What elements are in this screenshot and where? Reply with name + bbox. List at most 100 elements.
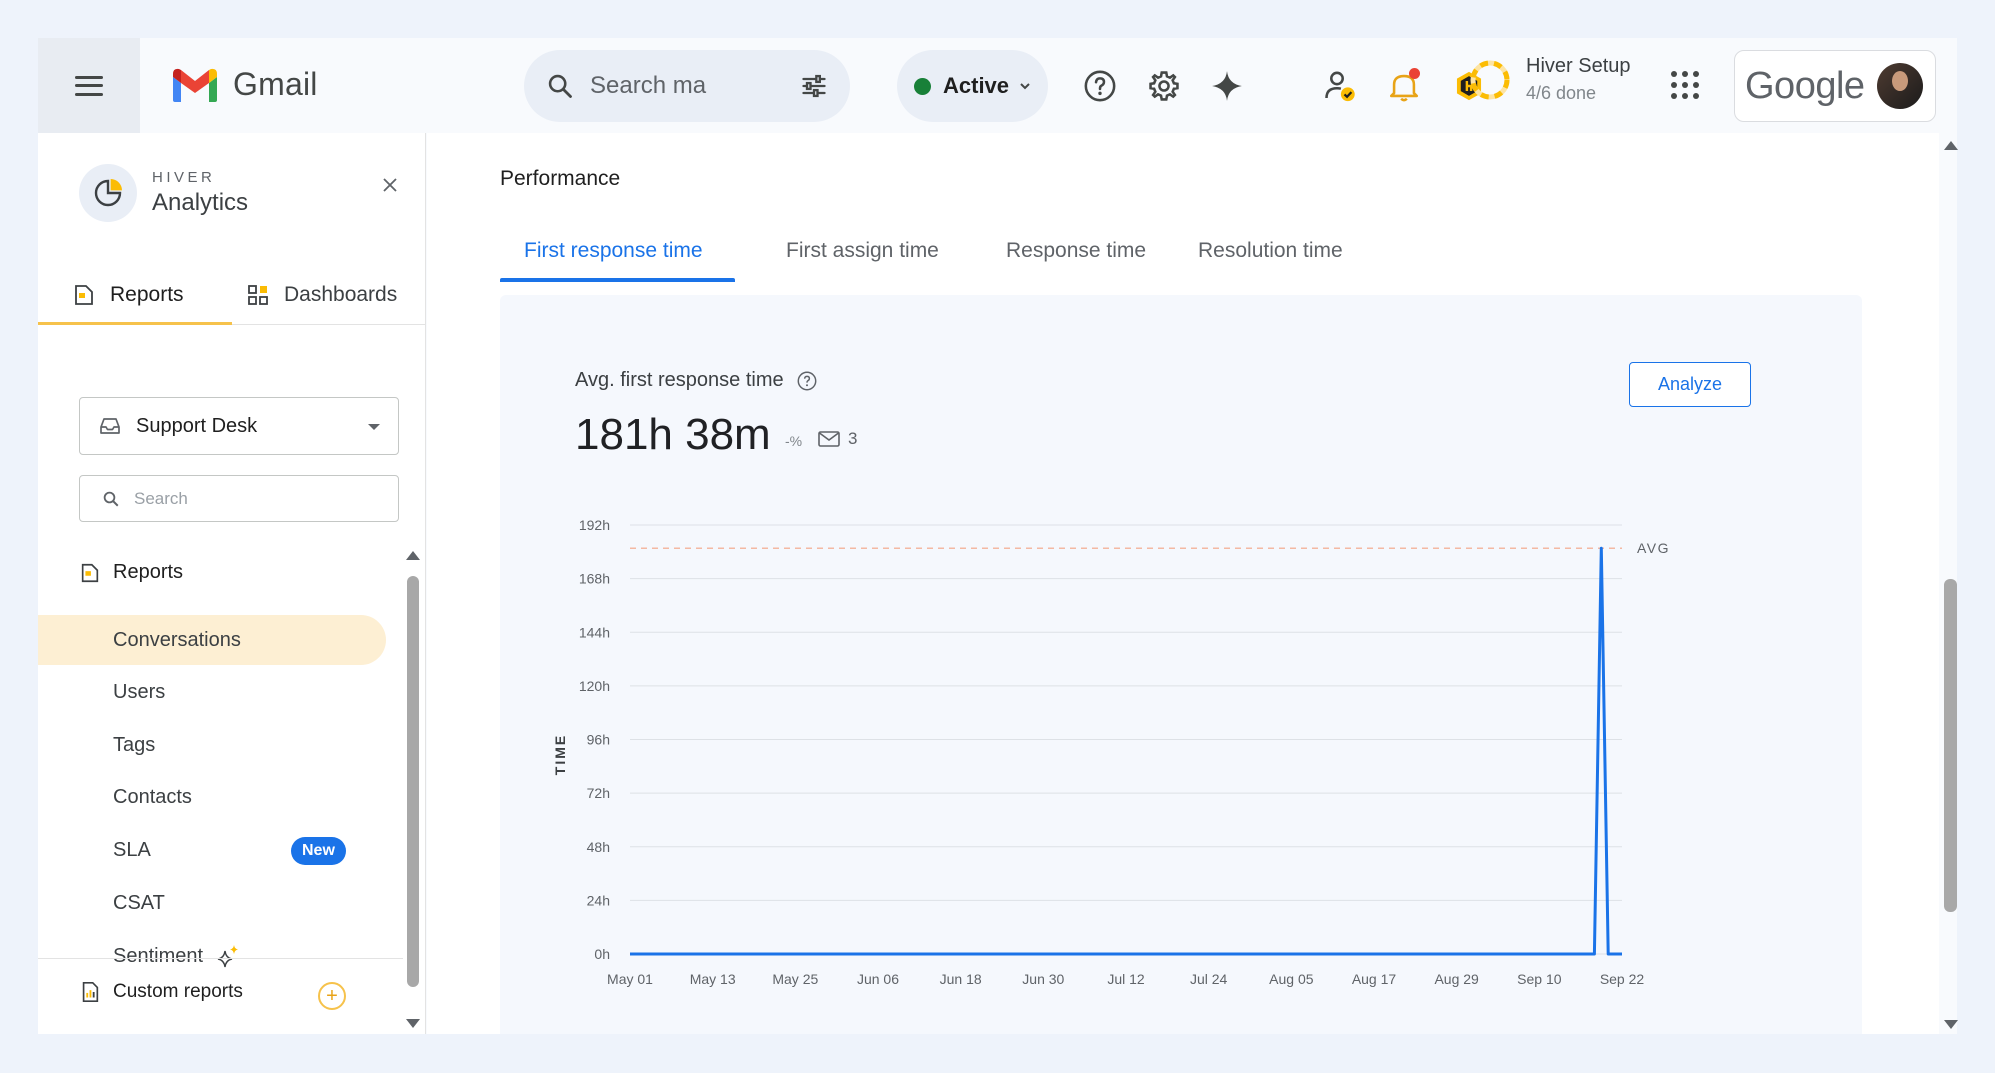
x-tick-label: Jun 06: [857, 971, 899, 987]
sidebar-item-conversations[interactable]: Conversations: [38, 615, 386, 665]
y-tick-label: 48h: [587, 839, 610, 855]
hiver-setup-progress[interactable]: Hiver Setup 4/6 done: [1468, 55, 1631, 104]
search-options-icon[interactable]: [800, 72, 828, 100]
tab-reports[interactable]: Reports: [72, 265, 184, 325]
analyze-button[interactable]: Analyze: [1629, 362, 1751, 407]
sidebar-item-tags[interactable]: Tags: [38, 720, 386, 770]
sidebar-item-label: CSAT: [113, 891, 165, 914]
hiver-analytics-header: HIVER Analytics: [79, 164, 248, 222]
analytics-main: Performance First response time First as…: [427, 133, 1939, 1034]
gmail-wordmark: Gmail: [233, 66, 318, 102]
sidebar-brand: HIVER: [152, 169, 216, 186]
metric-title: Avg. first response time: [575, 369, 784, 391]
sidebar-item-sentiment[interactable]: Sentiment: [38, 931, 386, 981]
tab-first-assign-time[interactable]: First assign time: [786, 221, 939, 281]
y-tick-label: 144h: [579, 624, 610, 640]
search-icon[interactable]: [546, 72, 574, 100]
sidebar-item-contacts[interactable]: Contacts: [38, 772, 386, 822]
main-menu-area: [38, 38, 140, 133]
google-apps-icon[interactable]: [1668, 68, 1702, 102]
active-tab-indicator: [38, 322, 232, 325]
metric-delta: -%: [785, 433, 803, 449]
settings-gear-icon[interactable]: [1142, 64, 1186, 108]
y-tick-label: 120h: [579, 678, 610, 694]
mail-icon: [818, 431, 840, 447]
status-active-dot: [914, 77, 931, 95]
main-scrollbar[interactable]: [1944, 579, 1957, 912]
mail-search-bar: [524, 50, 850, 122]
metric-panel: Avg. first response time 181h 38m -% 3 A…: [500, 295, 1862, 1034]
user-status-icon[interactable]: [1318, 64, 1362, 108]
report-search-input[interactable]: [134, 488, 374, 509]
x-tick-label: Jul 12: [1107, 971, 1145, 987]
tab-first-response-time[interactable]: First response time: [524, 221, 703, 281]
gemini-sparkle-icon[interactable]: [1205, 64, 1249, 108]
tab-dashboards-label: Dashboards: [284, 283, 398, 306]
mail-search-input[interactable]: [590, 72, 760, 100]
google-wordmark: Google: [1745, 64, 1865, 107]
analytics-sidebar: HIVER Analytics Reports Dashboards Suppo…: [38, 133, 426, 1034]
active-tab-indicator: [500, 278, 735, 282]
main-scroll-down-arrow[interactable]: [1944, 1020, 1958, 1029]
sidebar-item-label: Conversations: [113, 628, 241, 651]
metric-header: Avg. first response time: [575, 369, 818, 392]
sidebar-scroll-up-arrow[interactable]: [406, 551, 420, 560]
x-tick-label: Sep 22: [1600, 971, 1645, 987]
notifications-bell-icon[interactable]: [1382, 64, 1426, 108]
tab-resolution-time[interactable]: Resolution time: [1198, 221, 1343, 281]
metric-value: 181h 38m: [575, 410, 771, 459]
sparkle-icon: [217, 945, 239, 968]
gmail-topbar: Gmail Active: [38, 38, 1957, 133]
custom-reports-link[interactable]: Custom reports: [79, 981, 243, 1003]
reports-section-label: Reports: [113, 561, 184, 583]
avatar: [1876, 63, 1923, 109]
sidebar-item-label: Users: [113, 680, 166, 703]
sidebar-item-csat[interactable]: CSAT: [38, 878, 386, 928]
new-badge: New: [291, 837, 346, 865]
sidebar-item-label: Contacts: [113, 785, 192, 808]
tab-response-time[interactable]: Response time: [1006, 221, 1146, 281]
search-icon: [103, 491, 119, 506]
gmail-logo[interactable]: Gmail: [171, 66, 318, 103]
add-custom-report-icon[interactable]: +: [318, 982, 346, 1010]
help-icon[interactable]: [796, 370, 818, 392]
gmail-m-icon: [173, 68, 217, 102]
sidebar-item-sla[interactable]: SLA New: [38, 825, 386, 875]
hamburger-menu-icon[interactable]: [75, 75, 103, 96]
x-tick-label: Aug 05: [1269, 971, 1314, 987]
status-selector[interactable]: Active: [897, 50, 1048, 122]
reports-icon: [81, 563, 99, 582]
x-tick-label: May 13: [690, 971, 736, 987]
y-axis-title: TIME: [552, 734, 568, 775]
metric-conversation-count: 3: [818, 429, 857, 449]
first-response-time-chart: 0h 24h 48h 72h 96h 120h 144h 168h 192h May 01 May …: [552, 517, 1669, 987]
dropdown-arrow-icon: [368, 424, 380, 430]
sidebar-app-title: Analytics: [152, 189, 249, 216]
sidebar-scrollbar[interactable]: [407, 576, 419, 987]
chevron-down-icon: [1020, 83, 1030, 90]
sidebar-item-users[interactable]: Users: [38, 667, 386, 717]
custom-report-icon: [82, 982, 99, 1002]
setup-progress-text: 4/6 done: [1526, 83, 1597, 103]
close-icon[interactable]: [378, 173, 402, 197]
inbox-icon: [100, 418, 120, 434]
google-account-button[interactable]: Google: [1734, 50, 1936, 122]
reports-section-header: Reports: [79, 561, 183, 584]
x-tick-label: Aug 29: [1434, 971, 1479, 987]
main-scroll-up-arrow[interactable]: [1944, 141, 1958, 150]
notification-dot: [1409, 68, 1420, 79]
custom-reports-label: Custom reports: [113, 981, 243, 1002]
reports-icon: [75, 285, 93, 305]
y-tick-label: 192h: [579, 517, 610, 533]
help-icon[interactable]: [1078, 64, 1122, 108]
x-tick-label: Aug 17: [1352, 971, 1397, 987]
y-tick-label: 96h: [587, 732, 610, 748]
sidebar-item-label: SLA: [113, 838, 151, 861]
setup-progress-ring-icon: [1470, 60, 1510, 99]
status-label: Active: [943, 73, 1010, 98]
setup-title: Hiver Setup: [1526, 55, 1631, 77]
inbox-selector[interactable]: Support Desk: [79, 397, 399, 455]
sidebar-scroll-down-arrow[interactable]: [406, 1019, 420, 1028]
report-search-box: [79, 475, 399, 522]
tab-dashboards[interactable]: Dashboards: [246, 265, 397, 325]
